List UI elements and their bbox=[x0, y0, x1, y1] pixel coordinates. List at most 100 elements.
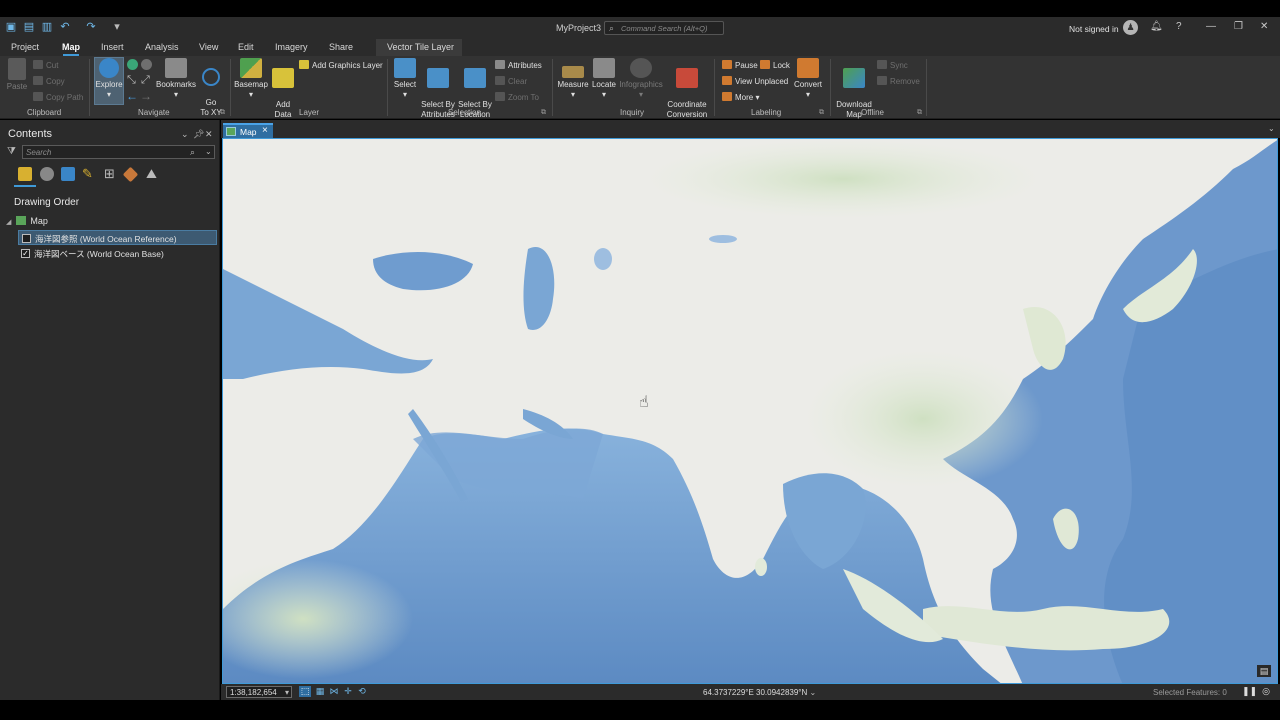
command-search-input[interactable]: ⌕ Command Search (Alt+Q) bbox=[604, 21, 724, 35]
tab-insert[interactable]: Insert bbox=[101, 42, 124, 52]
open-icon[interactable]: ▤ bbox=[22, 21, 36, 34]
restore-icon[interactable]: ❐ bbox=[1234, 21, 1243, 32]
view-unplaced-button[interactable]: View Unplaced bbox=[722, 76, 788, 86]
previous-extent-icon[interactable]: ← bbox=[126, 89, 138, 103]
coordinate-format-dropdown-icon[interactable]: ⌄ bbox=[810, 688, 817, 697]
help-icon[interactable]: ? bbox=[1176, 21, 1182, 32]
undo-icon[interactable]: ↶ bbox=[58, 21, 72, 34]
more-labeling-button[interactable]: More ▾ bbox=[722, 92, 759, 102]
refresh-map-icon[interactable]: ◎ bbox=[1260, 686, 1272, 697]
clear-icon bbox=[495, 76, 505, 85]
layer-visibility-checkbox[interactable]: ✓ bbox=[21, 249, 30, 258]
clear-selection-button[interactable]: Clear bbox=[495, 76, 527, 86]
close-icon[interactable]: ✕ bbox=[1260, 21, 1268, 32]
group-divider bbox=[830, 59, 831, 116]
labeling-launcher-icon[interactable]: ⧉ bbox=[819, 109, 824, 117]
map-canvas[interactable]: ☝︎ ▤ bbox=[222, 138, 1278, 684]
selection-launcher-icon[interactable]: ⧉ bbox=[541, 109, 546, 117]
tab-share[interactable]: Share bbox=[329, 42, 353, 52]
list-by-selection-icon[interactable] bbox=[61, 167, 75, 181]
list-by-data-source-icon[interactable] bbox=[40, 167, 54, 181]
contents-search-input[interactable]: Search ⌕ ⌄ bbox=[22, 145, 215, 159]
locate-button[interactable]: Locate ▾ bbox=[591, 58, 617, 100]
explore-button[interactable]: Explore ▾ bbox=[94, 58, 124, 100]
coordinate-conversion-button[interactable]: Coordinate Conversion bbox=[665, 58, 709, 120]
signin-status[interactable]: Not signed in bbox=[1069, 24, 1119, 34]
fixed-zoom-icon[interactable] bbox=[141, 59, 152, 70]
refresh-icon[interactable]: ⟲ bbox=[356, 686, 368, 697]
selected-features-count[interactable]: Selected Features: 0 bbox=[1153, 688, 1227, 697]
add-data-button[interactable]: Add Data bbox=[270, 58, 296, 120]
zoom-to-selection-button[interactable]: Zoom To bbox=[495, 92, 539, 102]
tab-edit[interactable]: Edit bbox=[238, 42, 254, 52]
add-graphics-layer-button[interactable]: Add Graphics Layer bbox=[299, 60, 383, 70]
attributes-button[interactable]: Attributes bbox=[495, 60, 542, 70]
save-icon[interactable]: ▥ bbox=[40, 21, 54, 34]
lock-labels-button[interactable]: Lock bbox=[760, 60, 790, 70]
list-by-snapping-icon[interactable]: ⊞ bbox=[104, 167, 118, 181]
scale-dropdown-icon[interactable]: ▾ bbox=[285, 687, 289, 698]
zoom-in-icon[interactable]: ⤡ bbox=[127, 74, 136, 87]
group-divider bbox=[387, 59, 388, 116]
filter-icon[interactable]: ⧩ bbox=[7, 146, 16, 157]
pane-menu-icon[interactable]: ⌄ bbox=[181, 129, 189, 140]
close-tab-icon[interactable]: × bbox=[262, 125, 268, 136]
snapping-icon[interactable]: ⋈ bbox=[328, 686, 340, 697]
list-by-drawing-order-icon[interactable] bbox=[18, 167, 32, 181]
full-extent-icon[interactable] bbox=[127, 59, 138, 70]
expand-icon[interactable]: ◢ bbox=[6, 219, 11, 226]
tab-project[interactable]: Project bbox=[11, 42, 39, 52]
sync-button[interactable]: Sync bbox=[877, 60, 908, 70]
notification-bell-icon[interactable]: 🔔︎ bbox=[1150, 21, 1163, 32]
tab-imagery[interactable]: Imagery bbox=[275, 42, 308, 52]
layer-row-world-ocean-base[interactable]: ✓ 海洋図ベース (World Ocean Base) bbox=[18, 246, 217, 261]
minimize-icon[interactable]: — bbox=[1206, 21, 1216, 32]
zoom-out-icon[interactable]: ⤢ bbox=[141, 74, 150, 87]
tab-map[interactable]: Map bbox=[62, 42, 80, 52]
map-view-tab[interactable]: Map × bbox=[223, 123, 273, 138]
user-avatar-icon[interactable]: ♟ bbox=[1123, 20, 1138, 35]
tab-view[interactable]: View bbox=[199, 42, 218, 52]
paste-button[interactable]: Paste bbox=[4, 58, 30, 92]
navigator-icon[interactable]: ⬚ bbox=[299, 686, 311, 697]
bookmarks-button[interactable]: Bookmarks ▾ bbox=[156, 58, 196, 100]
tab-vector-tile-layer[interactable]: Vector Tile Layer bbox=[387, 42, 454, 52]
map-tools-icon[interactable]: ▤ bbox=[1257, 665, 1271, 677]
layer-row-world-ocean-reference[interactable]: 海洋図参照 (World Ocean Reference) bbox=[18, 230, 217, 245]
list-by-editing-icon[interactable]: ✎ bbox=[82, 167, 96, 181]
map-tree-node[interactable]: ◢ Map bbox=[6, 216, 48, 226]
pin-icon[interactable]: 📌︎ bbox=[193, 129, 204, 140]
basemap-button[interactable]: Basemap ▾ bbox=[234, 58, 268, 100]
zoom-to-icon bbox=[495, 92, 505, 101]
navigate-launcher-icon[interactable]: ⧉ bbox=[220, 109, 225, 117]
basemap-dropdown-icon: ▾ bbox=[248, 90, 253, 99]
convert-button[interactable]: Convert ▾ bbox=[792, 58, 824, 100]
copy-path-button[interactable]: Copy Path bbox=[33, 92, 83, 102]
constraints-icon[interactable]: ✛ bbox=[342, 686, 354, 697]
copy-button[interactable]: Copy bbox=[33, 76, 65, 86]
pause-drawing-icon[interactable]: ❚❚ bbox=[1242, 686, 1257, 697]
search-options-dropdown-icon[interactable]: ⌄ bbox=[205, 147, 212, 156]
offline-launcher-icon[interactable]: ⧉ bbox=[917, 109, 922, 117]
clipboard-group-label: Clipboard bbox=[27, 108, 62, 117]
pause-labeling-button[interactable]: Pause bbox=[722, 60, 758, 70]
cut-button[interactable]: Cut bbox=[33, 60, 58, 70]
add-graphics-layer-icon bbox=[299, 60, 309, 69]
infographics-button[interactable]: Infographics ▾ bbox=[619, 58, 663, 100]
grid-icon[interactable]: ▦ bbox=[314, 686, 326, 697]
tab-analysis[interactable]: Analysis bbox=[145, 42, 179, 52]
explore-dropdown-icon: ▾ bbox=[106, 90, 111, 99]
remove-button[interactable]: Remove bbox=[877, 76, 920, 86]
redo-icon[interactable]: ↷ bbox=[84, 21, 98, 34]
map-tab-label: Map bbox=[240, 127, 257, 137]
list-by-perspective-icon[interactable]: ⛰︎ bbox=[146, 167, 160, 181]
measure-button[interactable]: Measure ▾ bbox=[556, 58, 590, 100]
next-extent-icon[interactable]: → bbox=[140, 89, 152, 103]
tab-overflow-icon[interactable]: ⌄ bbox=[1268, 124, 1275, 133]
scale-selector[interactable]: 1:38,182,654 ▾ bbox=[226, 686, 292, 698]
list-by-labeling-icon[interactable] bbox=[122, 166, 139, 183]
layer-visibility-checkbox[interactable] bbox=[22, 234, 31, 243]
customize-toolbar-icon[interactable]: ▾ bbox=[110, 21, 124, 34]
select-button[interactable]: Select ▾ bbox=[392, 58, 418, 100]
pane-close-icon[interactable]: ✕ bbox=[205, 129, 213, 140]
